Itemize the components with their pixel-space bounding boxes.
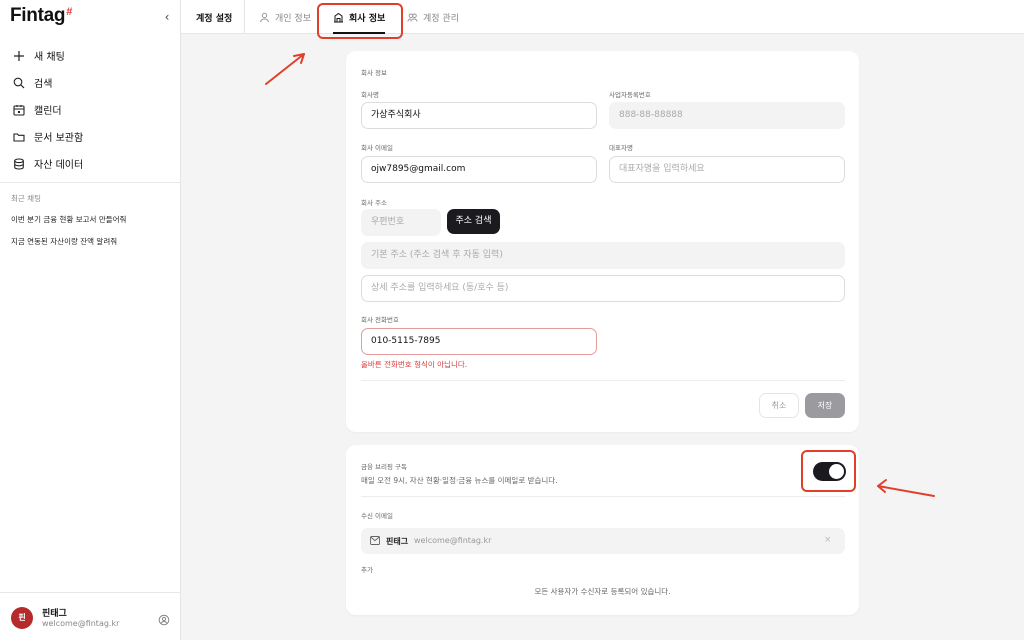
cancel-button[interactable]: 취소 bbox=[759, 393, 799, 418]
recent-chat-item[interactable]: 이번 분기 금융 현황 보고서 만들어줘 bbox=[11, 214, 126, 225]
chevron-left-icon[interactable]: ‹ bbox=[159, 8, 175, 26]
annotation-highlight-toggle bbox=[801, 450, 856, 492]
remove-recipient-icon[interactable]: × bbox=[824, 535, 832, 545]
sidebar-nav: 새 채팅 검색 캘린더 문서 보관함 자산 데이터 bbox=[0, 42, 180, 177]
user-email: welcome@fintag.kr bbox=[42, 619, 120, 628]
database-icon bbox=[12, 157, 26, 171]
sidebar-item-label: 캘린더 bbox=[34, 106, 62, 117]
user-profile[interactable]: 핀 핀태그 welcome@fintag.kr bbox=[0, 592, 180, 640]
sidebar-item-new-chat[interactable]: 새 채팅 bbox=[0, 42, 180, 69]
sidebar-item-asset-data[interactable]: 자산 데이터 bbox=[0, 150, 180, 177]
search-icon bbox=[12, 76, 26, 90]
business-number-input[interactable]: 888-88-88888 bbox=[609, 102, 845, 129]
user-settings-icon[interactable] bbox=[158, 611, 170, 626]
company-address-label: 회사 주소 bbox=[361, 199, 387, 207]
sidebar-item-search[interactable]: 검색 bbox=[0, 69, 180, 96]
users-icon bbox=[407, 12, 418, 23]
tab-account-management[interactable]: 계정 관리 bbox=[407, 0, 459, 34]
add-recipient-label: 추가 bbox=[361, 566, 373, 574]
briefing-description: 매일 오전 9시, 자산 현황·일정·금융 뉴스를 이메일로 받습니다. bbox=[361, 476, 558, 485]
ceo-name-label: 대표자명 bbox=[609, 144, 633, 152]
business-number-label: 사업자등록번호 bbox=[609, 91, 651, 99]
address-search-button[interactable]: 주소 검색 bbox=[447, 209, 500, 234]
sidebar-item-label: 자산 데이터 bbox=[34, 160, 84, 171]
address-detail-input[interactable]: 상세 주소를 입력하세요 (동/호수 등) bbox=[361, 275, 845, 302]
save-button[interactable]: 저장 bbox=[805, 393, 845, 418]
recent-chat-item[interactable]: 지금 연동된 자산이랑 잔액 알려줘 bbox=[11, 236, 117, 247]
tab-label: 계정 관리 bbox=[423, 13, 459, 24]
user-icon bbox=[259, 12, 270, 23]
address-input[interactable]: 기본 주소 (주소 검색 후 자동 입력) bbox=[361, 242, 845, 269]
briefing-title: 금융 브리핑 구독 bbox=[361, 463, 407, 471]
calendar-icon bbox=[12, 103, 26, 117]
page-title: 계정 설정 bbox=[196, 14, 233, 24]
phone-error-message: 올바른 전화번호 형식이 아닙니다. bbox=[361, 360, 468, 369]
company-email-label: 회사 이메일 bbox=[361, 144, 393, 152]
company-name-input[interactable]: 가상주식회사 bbox=[361, 102, 597, 129]
company-phone-input[interactable]: 010-5115-7895 bbox=[361, 328, 597, 355]
briefing-divider bbox=[361, 496, 845, 497]
company-name-label: 회사명 bbox=[361, 91, 379, 99]
annotation-arrow-icon bbox=[877, 479, 935, 497]
tab-label: 개인 정보 bbox=[275, 13, 311, 24]
tab-divider bbox=[244, 0, 245, 34]
sidebar-item-label: 문서 보관함 bbox=[34, 133, 84, 144]
fintag-logo[interactable]: Fintag# bbox=[10, 5, 72, 27]
recent-chats-heading: 최근 채팅 bbox=[11, 194, 41, 203]
avatar: 핀 bbox=[11, 607, 33, 629]
sidebar-item-documents[interactable]: 문서 보관함 bbox=[0, 123, 180, 150]
sidebar-divider bbox=[0, 182, 180, 183]
plus-icon bbox=[12, 49, 26, 63]
sidebar-item-label: 검색 bbox=[34, 79, 53, 90]
recipient-chip: 핀태그 welcome@fintag.kr × bbox=[361, 528, 845, 554]
user-name: 핀태그 bbox=[42, 609, 67, 619]
sidebar-item-label: 새 채팅 bbox=[34, 52, 65, 63]
postcode-input[interactable]: 우편번호 bbox=[361, 209, 441, 236]
company-phone-label: 회사 전화번호 bbox=[361, 316, 399, 324]
all-registered-message: 모든 사용자가 수신자로 등록되어 있습니다. bbox=[534, 587, 671, 596]
recipient-email: welcome@fintag.kr bbox=[414, 536, 492, 545]
mail-icon bbox=[370, 536, 380, 547]
tab-personal-info[interactable]: 개인 정보 bbox=[259, 0, 311, 34]
sidebar-item-calendar[interactable]: 캘린더 bbox=[0, 96, 180, 123]
annotation-highlight-tab bbox=[317, 3, 403, 39]
settings-tabbar: 계정 설정 개인 정보 회사 정보 계정 관리 bbox=[181, 0, 1024, 34]
sidebar: Fintag# ‹ 새 채팅 검색 캘린더 문서 보관함 자산 데이터 최근 채… bbox=[0, 0, 181, 640]
company-email-input[interactable]: ojw7895@gmail.com bbox=[361, 156, 597, 183]
section-title: 회사 정보 bbox=[361, 69, 387, 77]
form-divider bbox=[361, 380, 845, 381]
folder-icon bbox=[12, 130, 26, 144]
recipient-name: 핀태그 bbox=[386, 537, 409, 546]
ceo-name-input[interactable]: 대표자명을 입력하세요 bbox=[609, 156, 845, 183]
recipient-email-label: 수신 이메일 bbox=[361, 512, 393, 520]
annotation-arrow-icon bbox=[265, 53, 305, 85]
